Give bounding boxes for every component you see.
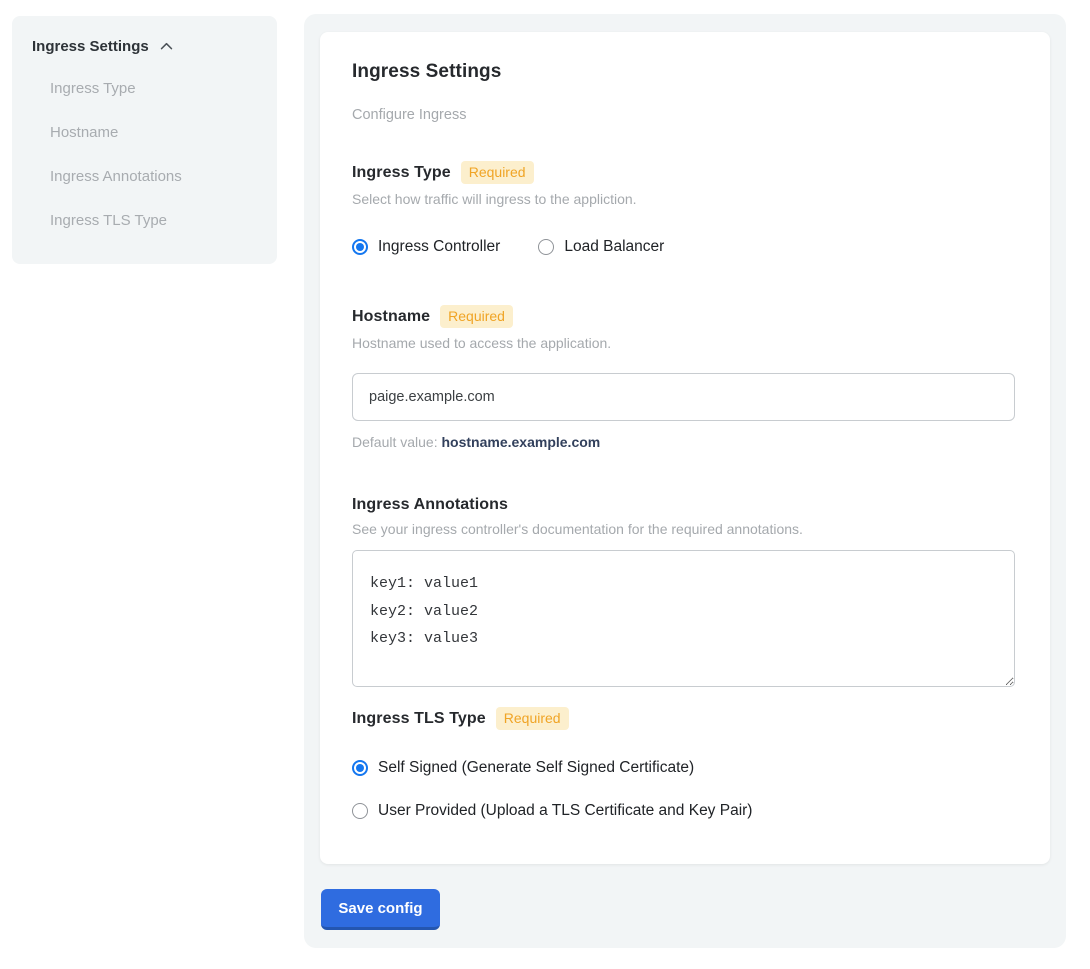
radio-selected-icon[interactable] [352, 760, 368, 776]
required-badge: Required [461, 161, 534, 184]
hostname-label: Hostname [352, 308, 430, 326]
hostname-default-value: Default value: hostname.example.com [352, 434, 1018, 450]
default-value-prefix: Default value: [352, 434, 438, 450]
radio-unselected-icon[interactable] [538, 239, 554, 255]
radio-user-provided-label: User Provided (Upload a TLS Certificate … [378, 802, 752, 820]
ingress-annotations-description: See your ingress controller's documentat… [352, 521, 1018, 537]
default-value-text: hostname.example.com [442, 434, 601, 450]
radio-ingress-controller-label: Ingress Controller [378, 238, 500, 256]
ingress-annotations-textarea[interactable]: key1: value1 key2: value2 key3: value3 [352, 550, 1015, 687]
sidebar-item-ingress-annotations[interactable]: Ingress Annotations [50, 168, 257, 185]
ingress-annotations-section: Ingress Annotations See your ingress con… [352, 496, 1018, 687]
radio-ingress-controller[interactable]: Ingress Controller [352, 238, 500, 256]
radio-self-signed[interactable]: Self Signed (Generate Self Signed Certif… [352, 759, 1018, 777]
radio-selected-icon[interactable] [352, 239, 368, 255]
radio-user-provided[interactable]: User Provided (Upload a TLS Certificate … [352, 802, 1018, 820]
settings-panel: Ingress Settings Configure Ingress Ingre… [304, 14, 1066, 948]
hostname-input[interactable] [352, 373, 1015, 421]
radio-load-balancer-label: Load Balancer [564, 238, 664, 256]
sidebar-item-ingress-tls-type[interactable]: Ingress TLS Type [50, 212, 257, 229]
ingress-type-label: Ingress Type [352, 164, 451, 182]
sidebar-section-ingress-settings[interactable]: Ingress Settings [32, 38, 257, 55]
page-subtitle: Configure Ingress [352, 107, 1018, 123]
ingress-annotations-label: Ingress Annotations [352, 496, 508, 514]
ingress-tls-radio-group: Self Signed (Generate Self Signed Certif… [352, 759, 1018, 820]
ingress-type-radio-group: Ingress Controller Load Balancer [352, 238, 1018, 256]
sidebar-item-hostname[interactable]: Hostname [50, 124, 257, 141]
hostname-description: Hostname used to access the application. [352, 335, 1018, 351]
hostname-section: Hostname Required Hostname used to acces… [352, 305, 1018, 450]
save-config-button[interactable]: Save config [321, 889, 440, 930]
sidebar-section-label: Ingress Settings [32, 38, 149, 55]
radio-self-signed-label: Self Signed (Generate Self Signed Certif… [378, 759, 694, 777]
ingress-tls-type-section: Ingress TLS Type Required Self Signed (G… [352, 707, 1018, 820]
required-badge: Required [496, 707, 569, 730]
sidebar-item-list: Ingress Type Hostname Ingress Annotation… [32, 80, 257, 229]
chevron-up-icon [158, 38, 175, 55]
ingress-tls-type-label: Ingress TLS Type [352, 710, 486, 728]
sidebar-item-ingress-type[interactable]: Ingress Type [50, 80, 257, 97]
ingress-settings-card: Ingress Settings Configure Ingress Ingre… [320, 32, 1050, 864]
required-badge: Required [440, 305, 513, 328]
settings-sidebar: Ingress Settings Ingress Type Hostname I… [12, 16, 277, 264]
radio-load-balancer[interactable]: Load Balancer [538, 238, 664, 256]
ingress-type-description: Select how traffic will ingress to the a… [352, 191, 1018, 207]
radio-unselected-icon[interactable] [352, 803, 368, 819]
ingress-type-section: Ingress Type Required Select how traffic… [352, 161, 1018, 256]
page-title: Ingress Settings [352, 61, 1018, 83]
